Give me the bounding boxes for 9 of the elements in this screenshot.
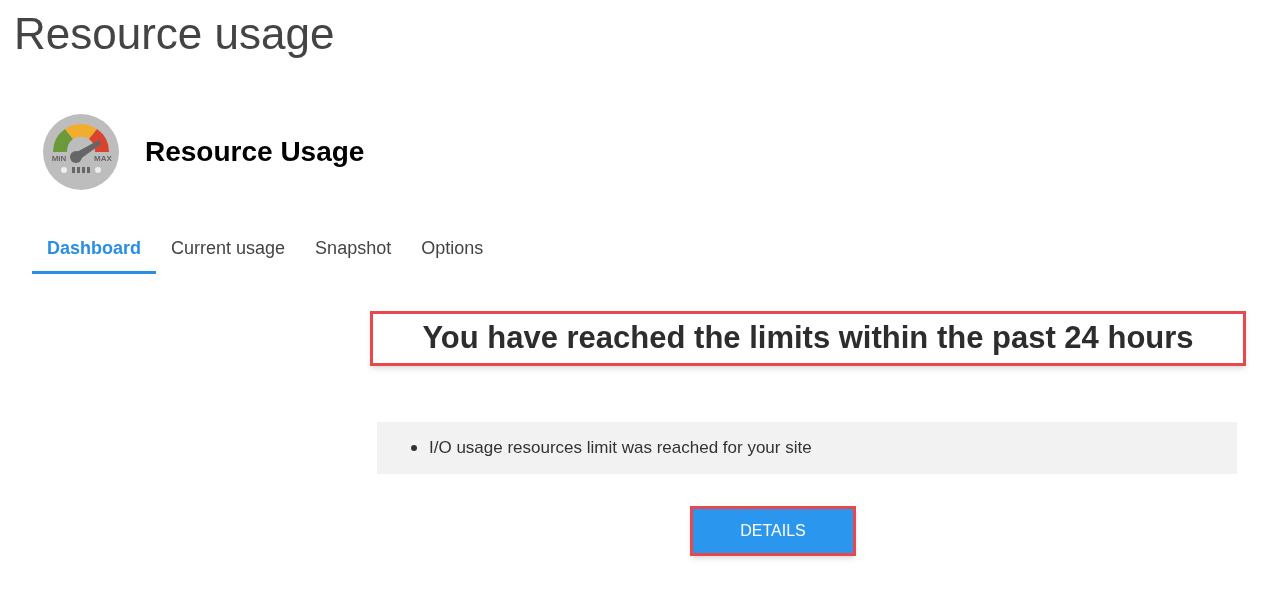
alert-heading: You have reached the limits within the past 24 hours: [370, 311, 1246, 366]
gauge-icon: MIN MAX: [43, 114, 119, 190]
bullet-icon: [411, 444, 417, 451]
tab[interactable]: Options: [406, 226, 499, 274]
page-title: Resource usage: [13, 8, 336, 60]
tab[interactable]: Current usage: [156, 226, 301, 274]
tab[interactable]: Snapshot: [300, 226, 407, 274]
app-title: Resource Usage: [145, 135, 365, 169]
message-text: I/O usage resources limit was reached for your site: [429, 437, 812, 459]
